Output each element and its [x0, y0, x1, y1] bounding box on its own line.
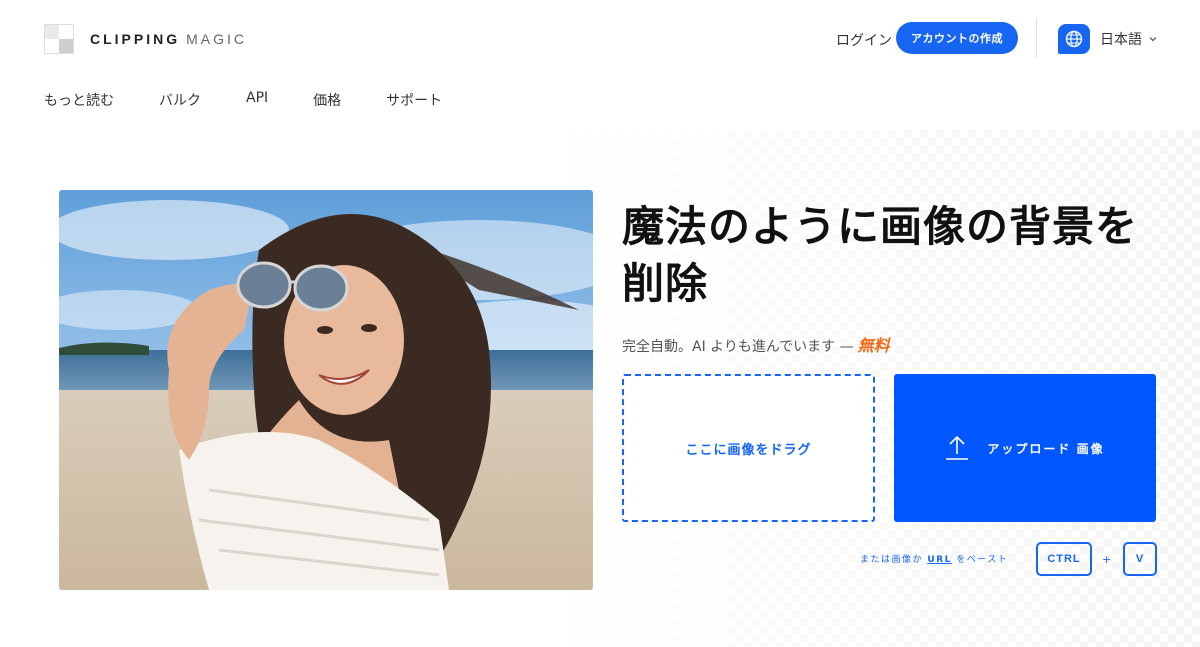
plus-sign: + [1102, 553, 1112, 566]
upload-image-label: アップロード 画像 [987, 441, 1105, 456]
globe-icon [1058, 24, 1090, 54]
site-header: CLIPPING MAGIC ログイン アカウントの作成 日本語 [0, 0, 1200, 78]
hero-headline: 魔法のように画像の背景を削除 [622, 202, 1139, 308]
chevron-down-icon [1149, 37, 1157, 42]
hero-subline-text: 完全自動。AI よりも進んでいます — [622, 339, 854, 355]
logo-mark-icon [44, 24, 74, 54]
hero-subline: 完全自動。AI よりも進んでいます — 無料 [622, 332, 890, 356]
nav-item-pricing[interactable]: 価格 [313, 90, 341, 110]
logo-name-bold: CLIPPING [90, 31, 181, 47]
nav-item-support[interactable]: サポート [386, 90, 442, 110]
language-selector[interactable]: 日本語 [1058, 24, 1158, 54]
logo-name-light: MAGIC [186, 31, 248, 47]
nav-item-bulk[interactable]: バルク [159, 90, 201, 110]
paste-url-link[interactable]: URL [927, 555, 951, 565]
upload-arrow-icon [946, 435, 969, 460]
paste-hint: または画像か URL をペースト [860, 552, 1008, 565]
hero-photo-illustration [59, 190, 593, 590]
create-account-button[interactable]: アカウントの作成 [896, 22, 1018, 54]
language-label: 日本語 [1100, 32, 1142, 48]
logo-text: CLIPPING MAGIC [90, 31, 247, 47]
nav-item-api[interactable]: API [246, 90, 268, 110]
paste-suffix: をペースト [956, 555, 1009, 565]
drop-zone-label: ここに画像をドラグ [685, 442, 812, 458]
logo-link[interactable]: CLIPPING MAGIC [44, 24, 247, 54]
v-key-badge: V [1123, 542, 1157, 576]
main-nav: もっと読む バルク API 価格 サポート [44, 90, 487, 110]
hero-photo [59, 190, 593, 590]
upload-image-button[interactable]: アップロード 画像 [894, 374, 1156, 522]
ctrl-key-badge: CTRL [1036, 542, 1092, 576]
nav-item-read-more[interactable]: もっと読む [44, 90, 114, 110]
free-badge: 無料 [857, 336, 890, 355]
header-divider [1036, 18, 1037, 58]
login-link[interactable]: ログイン [836, 30, 892, 50]
paste-prefix: または画像か [860, 555, 924, 565]
drop-zone[interactable]: ここに画像をドラグ [622, 374, 875, 522]
